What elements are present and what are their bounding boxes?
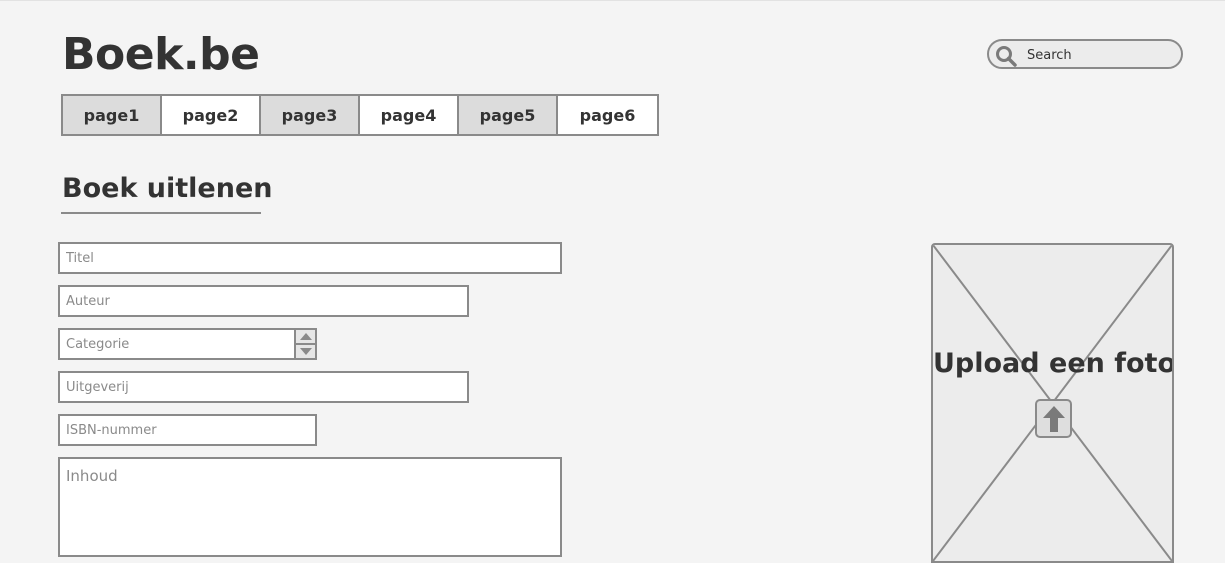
title-underline (61, 212, 261, 214)
upload-button[interactable] (1035, 399, 1072, 438)
tab-page1[interactable]: page1 (63, 96, 162, 134)
search-icon (996, 46, 1017, 67)
titel-field[interactable] (58, 242, 562, 274)
page-tabs: page1 page2 page3 page4 page5 page6 (61, 94, 659, 136)
tab-page3[interactable]: page3 (261, 96, 360, 134)
uitgeverij-field[interactable] (58, 371, 469, 403)
inhoud-field[interactable] (58, 457, 562, 557)
triangle-up-icon (299, 333, 312, 340)
stepper-down-button[interactable] (296, 345, 315, 358)
isbn-field[interactable] (58, 414, 317, 446)
titel-input[interactable] (60, 244, 560, 272)
isbn-input[interactable] (60, 416, 315, 444)
search-input[interactable] (1027, 44, 1175, 66)
tab-page6[interactable]: page6 (558, 96, 657, 134)
search-box[interactable] (987, 39, 1183, 69)
auteur-field[interactable] (58, 285, 469, 317)
triangle-down-icon (299, 348, 312, 355)
categorie-stepper[interactable] (294, 328, 317, 360)
categorie-input[interactable] (60, 330, 294, 358)
stepper-up-button[interactable] (296, 330, 315, 343)
site-logo[interactable]: Boek.be (62, 29, 260, 81)
categorie-field[interactable] (58, 328, 296, 360)
upload-label: Upload een foto (933, 348, 1174, 379)
tab-page5[interactable]: page5 (459, 96, 558, 134)
tab-page2[interactable]: page2 (162, 96, 261, 134)
auteur-input[interactable] (60, 287, 467, 315)
upload-arrow-icon (1042, 405, 1065, 432)
tab-page4[interactable]: page4 (360, 96, 459, 134)
inhoud-textarea[interactable] (60, 459, 560, 555)
photo-upload-area[interactable]: Upload een foto (931, 243, 1174, 563)
uitgeverij-input[interactable] (60, 373, 467, 401)
page-title: Boek uitlenen (62, 173, 273, 204)
